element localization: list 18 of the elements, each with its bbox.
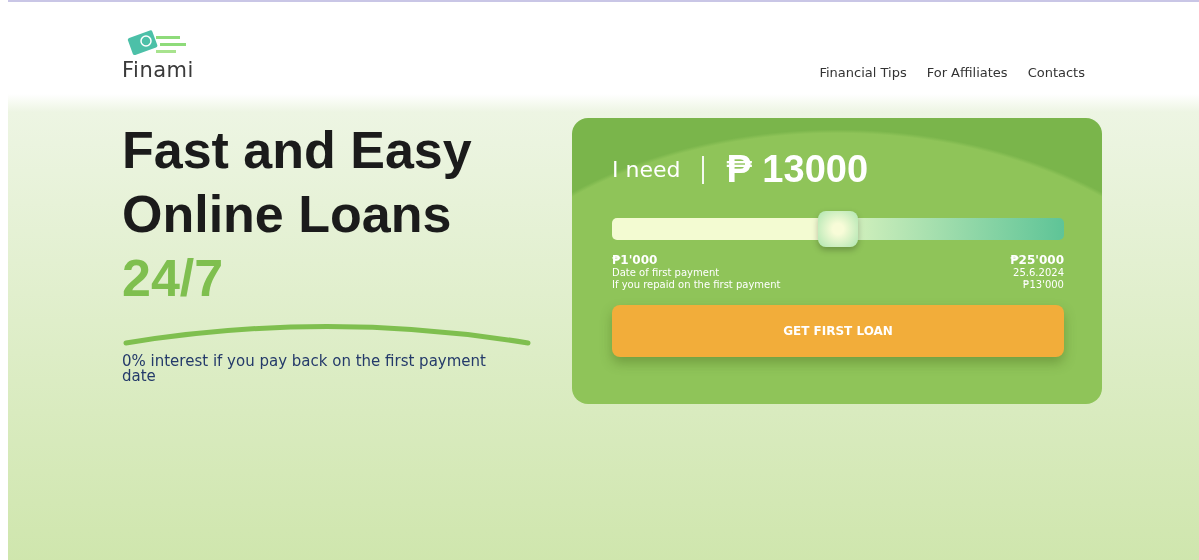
hero-title: Fast and Easy Online Loans	[122, 120, 473, 245]
nav-link[interactable]: Financial Tips	[819, 65, 907, 80]
interest-note: 0% interest if you pay back on the first payment date	[122, 354, 487, 384]
info-label: Date of first payment	[612, 267, 720, 279]
min-amount: ₱1'000	[612, 253, 658, 267]
nav-link[interactable]: Contacts	[1027, 65, 1085, 80]
hero-accent: 24/7	[122, 248, 224, 309]
max-amount: ₱25'000	[1010, 253, 1064, 267]
logo-text[interactable]: Finami	[122, 58, 194, 82]
slider-thumb[interactable]	[818, 211, 858, 247]
amount-value: ₱ 13000	[726, 148, 869, 191]
need-label: I need	[612, 157, 681, 182]
separator	[702, 155, 705, 184]
info-value: 25.6.2024	[1013, 267, 1064, 279]
info-label: If you repaid on the first payment	[612, 279, 781, 291]
info-value: ₱13'000	[1023, 279, 1064, 291]
nav-link[interactable]: For Affiliates	[926, 65, 1008, 80]
amount-slider[interactable]	[612, 211, 1064, 247]
